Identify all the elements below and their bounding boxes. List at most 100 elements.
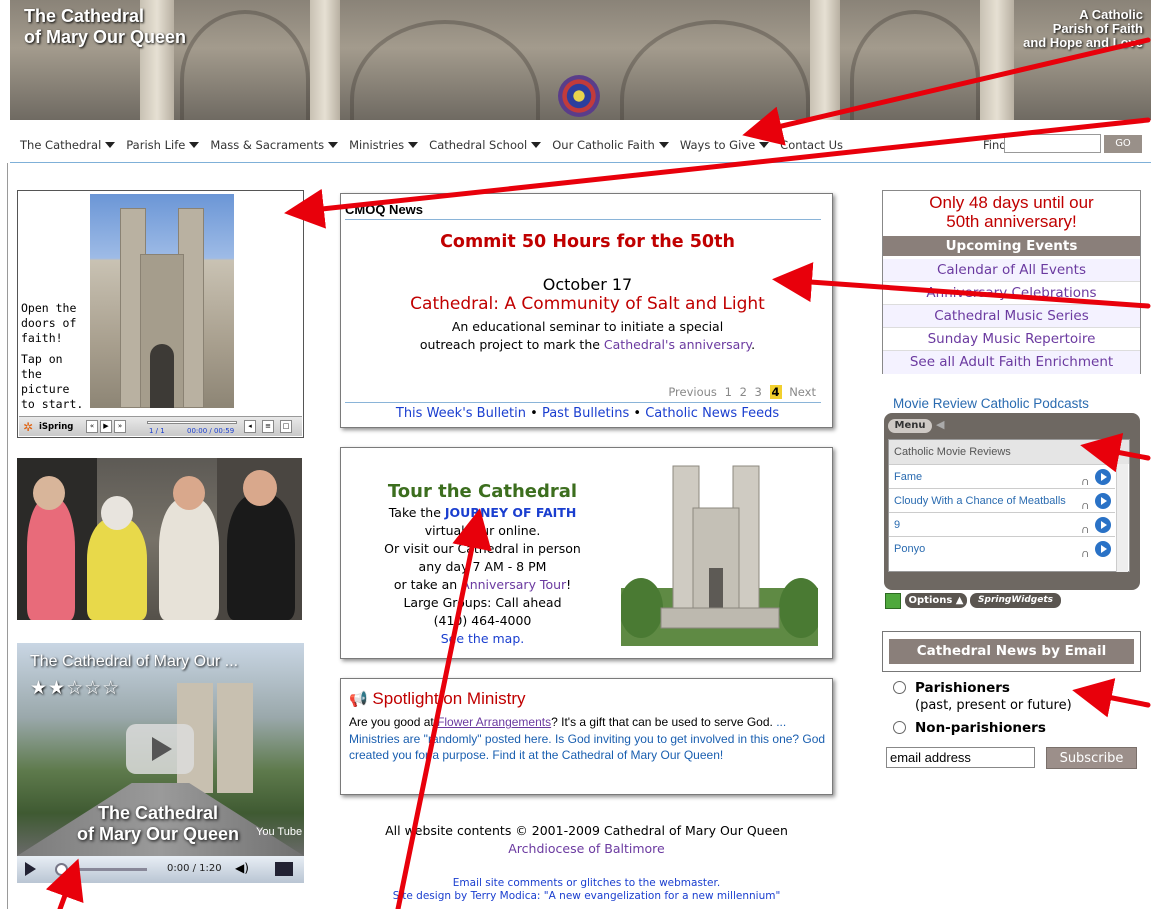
nav-item-our-catholic-faith[interactable]: Our Catholic Faith [552,138,669,152]
podcast-item[interactable]: Ponyo ∩ [889,536,1115,560]
seek-knob[interactable] [55,863,68,876]
volume-icon[interactable]: ◀) [235,861,249,875]
video-controls: 0:00 / 1:20 ◀) [17,856,304,883]
pager-previous[interactable]: Previous [668,385,717,399]
play-icon[interactable] [1095,541,1111,557]
divider [345,402,821,403]
news-date: October 17 [542,275,633,294]
site-title[interactable]: The Cathedral of Mary Our Queen [24,6,186,48]
subscribe-button[interactable]: Subscribe [1046,747,1137,769]
play-icon[interactable] [1095,493,1111,509]
event-link[interactable]: Cathedral Music Series [883,305,1140,328]
webmaster-link[interactable]: Email site comments or glitches to the w… [340,877,833,890]
pager-next[interactable]: Next [789,385,816,399]
podcast-list: Catholic Movie Reviews Fame ∩ Cloudy With… [888,439,1130,572]
news-text: . [751,337,756,352]
progress-track[interactable] [147,421,237,424]
caret-down-icon [658,142,669,148]
podcast-item[interactable]: Cloudy With a Chance of Meatballs ∩ [889,488,1115,512]
menu-icon[interactable]: ≡ [262,420,274,433]
tagline-line: and Hope and Love [1023,35,1143,50]
anniversary-tour-link[interactable]: Anniversary Tour [461,577,566,592]
star-rating[interactable]: ★★☆☆☆ [30,677,120,699]
nav-label: Cathedral School [429,138,528,152]
play-icon[interactable]: ▶ [100,420,112,433]
podcast-item[interactable]: 9 ∩ [889,512,1115,536]
spotlight-body: Are you good at Flower Arrangements? It'… [349,714,829,764]
arrow-left-icon[interactable]: ◀ [936,418,944,431]
design-credit-link[interactable]: Site design by Terry Modica: "A new evan… [340,890,833,903]
play-button[interactable] [126,724,194,774]
video-title[interactable]: The Cathedral of Mary Our ... [30,653,238,671]
ispring-flash-player[interactable]: Open the doors of faith! Tap on the pict… [17,190,304,438]
forward-icon[interactable]: » [114,420,126,433]
headphones-icon[interactable]: ∩ [1081,541,1090,565]
volume-icon[interactable]: ◂ [244,420,256,433]
podcast-menu-button[interactable]: Menu [888,419,932,433]
nav-label: Mass & Sacraments [210,138,325,152]
copyright-text: All website contents © 2001-2009 Cathedr… [385,823,788,838]
ispring-time: 00:00 / 00:59 [187,427,235,435]
podcast-scrollbar[interactable] [1116,464,1128,572]
news-body: An educational seminar to initiate a spe… [341,318,834,354]
fullscreen-icon[interactable] [275,862,293,876]
nav-item-mass-sacraments[interactable]: Mass & Sacraments [210,138,339,152]
play-icon[interactable] [25,862,36,876]
event-link[interactable]: See all Adult Faith Enrichment [883,351,1140,374]
springwidgets-logo[interactable]: SpringWidgets [970,593,1061,608]
parishioners-radio[interactable] [893,681,906,694]
nav-item-the-cathedral[interactable]: The Cathedral [20,138,116,152]
pager-current-page[interactable]: 4 [769,385,782,399]
cathedral-tower-photo[interactable] [90,194,234,408]
podcasts-heading[interactable]: Movie Review Catholic Podcasts [893,396,1089,411]
youtube-logo[interactable]: You Tube [256,826,302,838]
nav-item-contact-us[interactable]: Contact Us [780,138,843,152]
news-title[interactable]: Commit 50 Hours for the 50th [341,232,834,252]
video-thumbnail[interactable]: The Cathedral of Mary Our ... ★★☆☆☆ The … [17,643,304,856]
tour-title: Tour the Cathedral [387,481,578,502]
news-subtitle[interactable]: Cathedral: A Community of Salt and Light [341,294,834,314]
ispring-logo-icon: ✲ [23,420,34,434]
email-input[interactable] [886,747,1035,768]
pager-page[interactable]: 2 [740,385,747,399]
event-link[interactable]: Calendar of All Events [883,259,1140,282]
play-icon[interactable] [1095,517,1111,533]
podcast-item[interactable]: Fame ∩ [889,464,1115,488]
fullscreen-icon[interactable]: □ [280,420,292,433]
flower-arrangements-link[interactable]: Flower Arrangements [437,715,551,729]
youtube-video-player[interactable]: The Cathedral of Mary Our ... ★★☆☆☆ The … [17,643,304,883]
podcast-title: Fame [894,471,923,483]
map-link[interactable]: See the map. [341,630,624,648]
non-parishioners-radio[interactable] [893,721,906,734]
prompt-line: picture [21,382,70,396]
add-widget-icon[interactable] [885,593,901,609]
spotlight-panel: 📢 Spotlight on Ministry Are you good at … [340,678,833,795]
bulletin-link[interactable]: This Week's Bulletin [396,406,526,421]
nav-item-cathedral-school[interactable]: Cathedral School [429,138,542,152]
past-bulletins-link[interactable]: Past Bulletins [542,406,629,421]
nav-item-ways-to-give[interactable]: Ways to Give [680,138,770,152]
news-feeds-link[interactable]: Catholic News Feeds [645,406,779,421]
nav-item-ministries[interactable]: Ministries [349,138,419,152]
journey-of-faith-link[interactable]: JOURNEY OF FAITH [445,505,576,520]
nav-item-parish-life[interactable]: Parish Life [126,138,200,152]
cathedral-drawing[interactable] [621,458,818,646]
pager-page[interactable]: 1 [725,385,732,399]
go-button[interactable]: GO [1104,135,1142,153]
event-link[interactable]: Sunday Music Repertoire [883,328,1140,351]
anniversary-link[interactable]: Cathedral's anniversary [604,337,751,352]
search-input[interactable] [1004,134,1101,153]
options-button[interactable]: Options ▲ [905,593,967,608]
nav-divider [10,162,1151,163]
parishioners-label[interactable]: Parishioners [915,680,1010,696]
caret-down-icon [328,142,339,148]
non-parishioners-label[interactable]: Non-parishioners [915,720,1046,736]
seek-track[interactable] [69,868,147,871]
event-link[interactable]: Anniversary Celebrations [883,282,1140,305]
video-time: 0:00 / 1:20 [167,863,222,874]
archdiocese-link[interactable]: Archdiocese of Baltimore [340,840,833,858]
tour-text: Large Groups: Call ahead [403,595,562,610]
rewind-icon[interactable]: « [86,420,98,433]
play-icon[interactable] [1095,469,1111,485]
pager-page[interactable]: 3 [755,385,762,399]
